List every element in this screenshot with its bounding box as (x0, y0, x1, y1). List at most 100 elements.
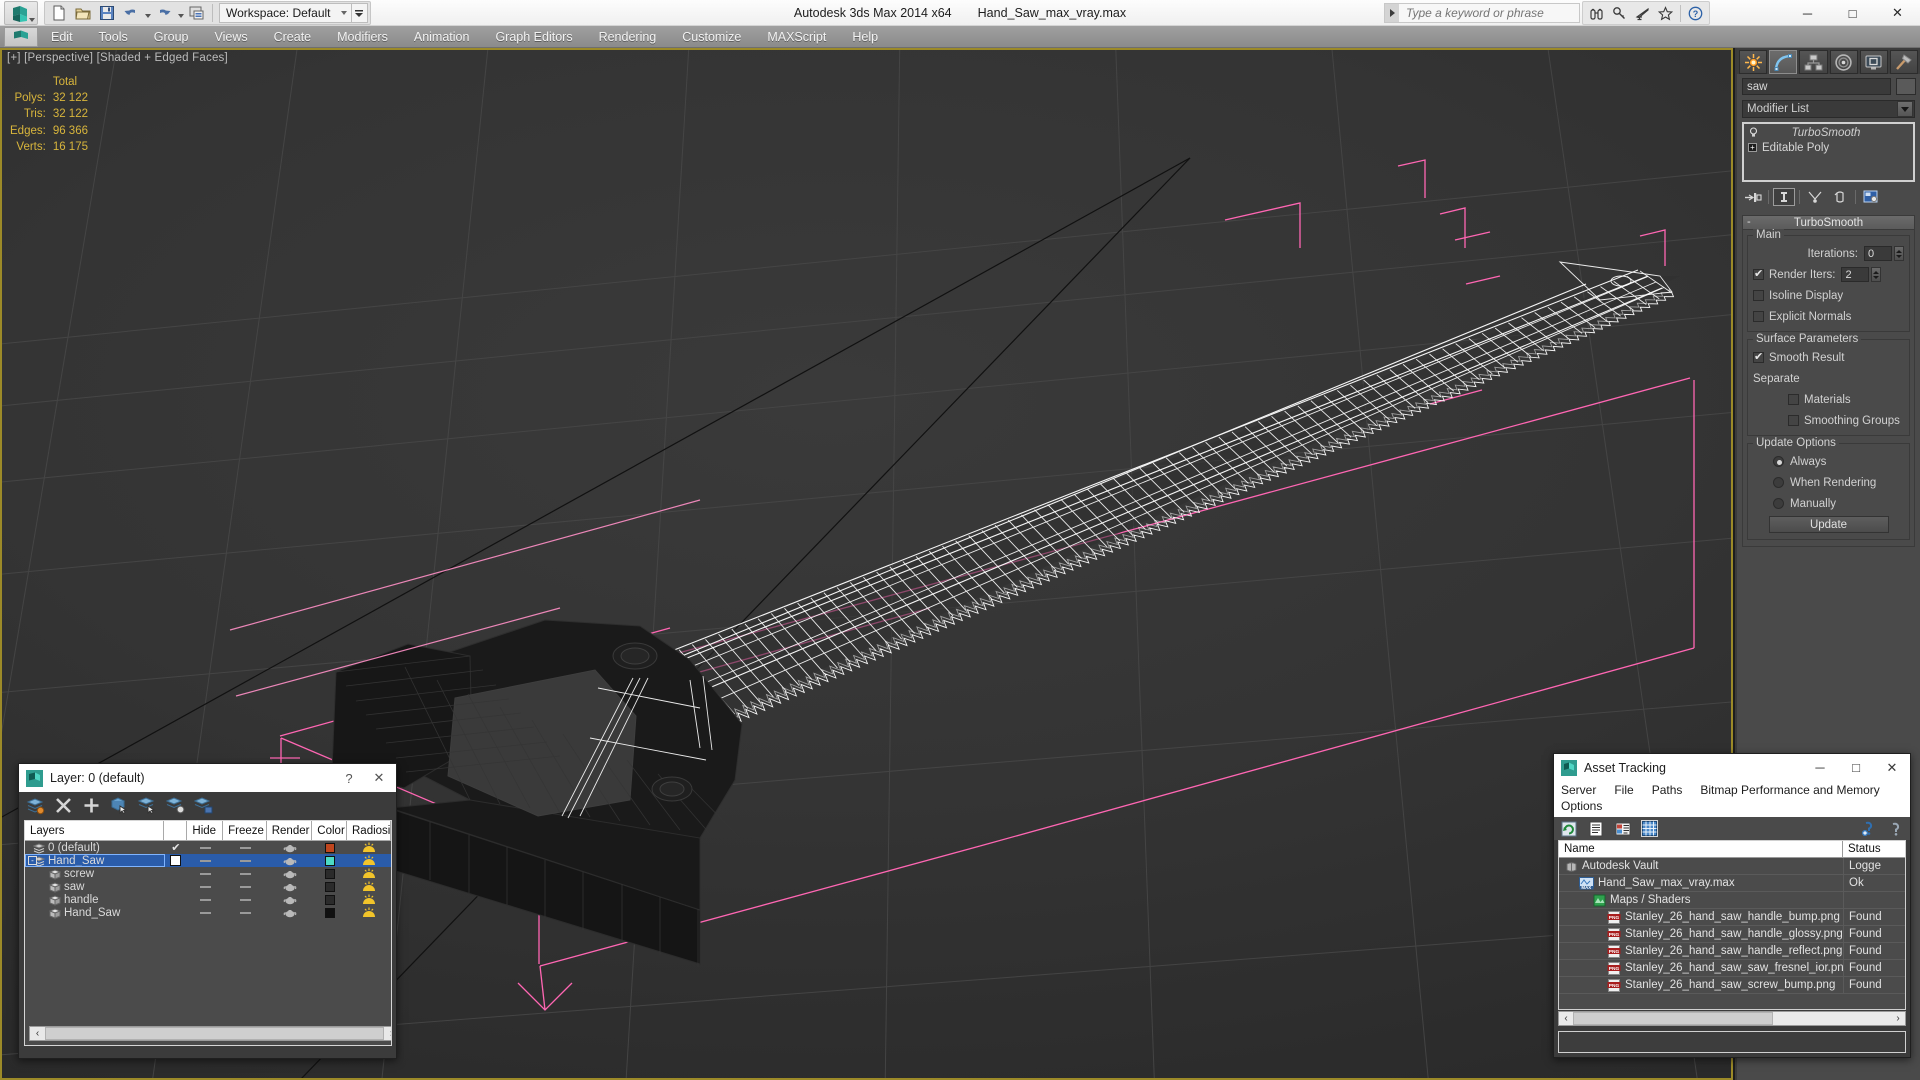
menu-item-views[interactable]: Views (201, 28, 260, 46)
always-radio[interactable] (1773, 456, 1784, 467)
layer-hide-cell[interactable] (188, 846, 224, 849)
column-status[interactable]: Status (1843, 841, 1905, 857)
asset-row[interactable]: PNG Stanley_26_hand_saw_saw_fresnel_ior.p… (1559, 959, 1905, 977)
menu-item-graph-editors[interactable]: Graph Editors (482, 28, 585, 46)
layer-dialog-close-button[interactable]: ✕ (364, 765, 394, 791)
asset-row-name[interactable]: MAX Hand_Saw_max_vray.max (1559, 876, 1843, 890)
stack-item-turbosmooth[interactable]: TurboSmooth (1745, 125, 1912, 140)
menu-item-tools[interactable]: Tools (86, 28, 141, 46)
asset-row[interactable]: MAX Hand_Saw_max_vray.max Ok (1559, 874, 1905, 892)
layer-color-cell[interactable] (313, 855, 348, 866)
layer-color-cell[interactable] (313, 868, 348, 879)
layer-radiosity-cell[interactable] (347, 868, 391, 879)
set-project-folder-icon[interactable] (185, 2, 209, 24)
layer-radiosity-cell[interactable] (347, 881, 391, 892)
star-icon[interactable] (1654, 3, 1677, 24)
layer-color-cell[interactable] (313, 894, 348, 905)
color-swatch[interactable] (325, 842, 336, 853)
new-layer-icon[interactable] (26, 796, 45, 815)
layer-radiosity-cell[interactable] (347, 855, 391, 866)
layer-hide-cell[interactable] (188, 872, 224, 875)
asset-menu-paths[interactable]: Paths (1652, 782, 1683, 798)
iterations-spinner[interactable] (1894, 246, 1904, 261)
maximize-button[interactable]: □ (1830, 0, 1875, 26)
save-icon[interactable] (95, 2, 119, 24)
asset-tracking-dialog[interactable]: Asset Tracking ─ □ ✕ Server File Paths B… (1553, 753, 1911, 1058)
minimize-button[interactable]: ─ (1785, 0, 1830, 26)
layer-current-cell[interactable]: ✔ (164, 841, 188, 854)
delete-layer-icon[interactable] (54, 796, 73, 815)
column-radiosity[interactable]: Radiosi (347, 821, 391, 841)
layer-radiosity-cell[interactable] (347, 907, 391, 918)
menu-item-group[interactable]: Group (141, 28, 202, 46)
object-color-swatch[interactable] (1896, 78, 1916, 95)
grid-view-icon[interactable] (1641, 820, 1658, 837)
asset-menu-bitmap[interactable]: Bitmap Performance and Memory (1700, 782, 1879, 798)
render-iters-checkbox[interactable] (1753, 267, 1764, 280)
layer-dialog[interactable]: Layer: 0 (default) ? ✕ Layers Hide Freez… (18, 763, 397, 1059)
layer-render-cell[interactable] (267, 869, 313, 879)
scroll-left-arrow-icon[interactable]: ‹ (30, 1027, 45, 1040)
key-icon[interactable] (1608, 3, 1631, 24)
menu-item-modifiers[interactable]: Modifiers (324, 28, 401, 46)
explicit-normals-checkbox[interactable] (1753, 311, 1764, 322)
undo-icon[interactable] (119, 2, 143, 24)
menu-item-animation[interactable]: Animation (401, 28, 483, 46)
add-layer-icon[interactable] (82, 796, 101, 815)
layer-render-cell[interactable] (267, 843, 313, 853)
layer-render-cell[interactable] (267, 882, 313, 892)
asset-row[interactable]: Autodesk Vault Logge (1559, 857, 1905, 875)
pin-stack-icon[interactable] (1742, 188, 1764, 206)
open-icon[interactable] (71, 2, 95, 24)
color-swatch[interactable] (325, 907, 336, 918)
layer-freeze-cell[interactable] (223, 859, 267, 862)
layer-color-cell[interactable] (313, 842, 348, 853)
layer-row-name[interactable]: Hand_Saw (25, 907, 164, 919)
display-tab[interactable] (1859, 50, 1888, 74)
menu-item-customize[interactable]: Customize (669, 28, 754, 46)
color-swatch[interactable] (325, 881, 336, 892)
search-dropdown-icon[interactable] (1385, 4, 1399, 22)
asset-row[interactable]: PNG Stanley_26_hand_saw_screw_bump.png Fou… (1559, 976, 1905, 994)
redo-icon[interactable] (152, 2, 176, 24)
iterations-field[interactable]: 0 (1864, 246, 1892, 261)
asset-menu-server[interactable]: Server (1561, 782, 1596, 798)
add-help-icon[interactable] (1860, 820, 1877, 837)
application-menu-button[interactable] (4, 1, 38, 25)
asset-row-name[interactable]: Autodesk Vault (1559, 860, 1843, 873)
isoline-display-checkbox[interactable] (1753, 290, 1764, 301)
modifier-stack[interactable]: TurboSmooth + Editable Poly (1742, 122, 1915, 182)
workspace-menu-button[interactable] (351, 3, 368, 23)
layer-hide-cell[interactable] (188, 885, 224, 888)
asset-row-name[interactable]: Maps / Shaders (1559, 894, 1843, 907)
chevron-down-icon[interactable] (1897, 101, 1913, 117)
asset-list-hscrollbar[interactable]: ‹ › (1558, 1011, 1906, 1026)
modify-tab[interactable] (1769, 50, 1798, 74)
stack-item-editable-poly[interactable]: + Editable Poly (1745, 140, 1912, 155)
layer-freeze-cell[interactable] (223, 885, 267, 888)
layer-freeze-cell[interactable] (223, 846, 267, 849)
asset-minimize-button[interactable]: ─ (1802, 754, 1838, 781)
when-rendering-radio[interactable] (1773, 477, 1784, 488)
detail-view-icon[interactable] (1614, 820, 1631, 837)
render-iters-field[interactable]: 2 (1841, 267, 1870, 282)
scroll-right-arrow-icon[interactable]: › (384, 1027, 391, 1040)
search-box[interactable] (1384, 3, 1580, 23)
layer-row[interactable]: screw (25, 867, 391, 880)
lightbulb-icon[interactable] (1748, 127, 1759, 138)
satellite-icon[interactable] (1631, 3, 1654, 24)
layer-row-name[interactable]: 0 (default) (25, 842, 164, 854)
remove-modifier-icon[interactable] (1829, 188, 1851, 206)
motion-tab[interactable] (1829, 50, 1858, 74)
column-layers[interactable]: Layers (25, 821, 164, 841)
search-input[interactable] (1399, 6, 1569, 20)
asset-close-button[interactable]: ✕ (1874, 754, 1910, 781)
menu-item-maxscript[interactable]: MAXScript (754, 28, 839, 46)
asset-list[interactable]: Name Status Autodesk Vault Logge MAX Hand_S… (1558, 840, 1906, 1010)
column-color[interactable]: Color (312, 821, 347, 841)
materials-checkbox[interactable] (1788, 394, 1799, 405)
layer-hide-cell[interactable] (188, 898, 224, 901)
menu-item-help[interactable]: Help (839, 28, 891, 46)
layer-row[interactable]: 0 (default) ✔ (25, 841, 391, 854)
asset-menu-file[interactable]: File (1614, 782, 1633, 798)
